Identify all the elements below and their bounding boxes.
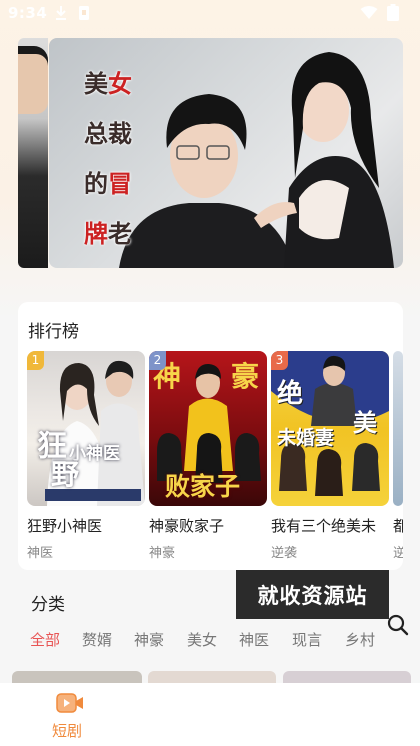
ranking-item-name[interactable]: 我有三个绝美未 xyxy=(271,515,389,536)
banner-title-char: 老 xyxy=(108,219,132,248)
ranking-cover[interactable]: 3 绝 美 未婚妻 xyxy=(271,351,389,506)
ranking-item[interactable]: 3 绝 美 未婚妻 我有三个绝美未 逆袭 xyxy=(271,351,389,561)
cover-title: 豪 xyxy=(231,360,260,393)
tab-xianyan[interactable]: 现言 xyxy=(292,629,322,650)
ranking-item-name[interactable]: 神豪败家子 xyxy=(149,515,267,536)
ranking-section: 排行榜 1 狂 小神医 野 狂野小神医 神医 2 神 豪 败家子 神豪败家子 神… xyxy=(18,302,403,570)
ranking-item[interactable]: 1 狂 小神医 野 狂野小神医 神医 xyxy=(27,351,145,561)
banner-title-char: 裁 xyxy=(108,119,132,148)
overlay-label: 就收资源站 xyxy=(236,570,389,619)
ranking-item[interactable]: 2 神 豪 败家子 神豪败家子 神豪 xyxy=(149,351,267,561)
nav-item-label: 短剧 xyxy=(52,722,83,740)
banner-title-char: 的 xyxy=(84,169,108,198)
banner-title-char: 总 xyxy=(84,119,108,148)
banner-prev-peek[interactable] xyxy=(18,38,48,268)
cover-title: 未婚妻 xyxy=(277,427,335,449)
status-bar: 9:34 xyxy=(0,0,420,28)
tab-meinv[interactable]: 美女 xyxy=(187,629,217,650)
bottom-navigation: 短剧 xyxy=(0,683,420,746)
sim-icon xyxy=(79,6,89,20)
cover-title: 美 xyxy=(353,408,377,437)
download-icon xyxy=(56,6,66,20)
tab-zhuixu[interactable]: 赘婿 xyxy=(82,629,112,650)
ranking-item-name[interactable]: 都 xyxy=(393,515,403,536)
banner-image[interactable]: 美女 总裁 的冒 牌老 公 xyxy=(49,38,403,268)
video-icon xyxy=(56,693,83,713)
battery-icon xyxy=(387,4,399,21)
ranking-item[interactable]: 都 逆 xyxy=(393,351,403,561)
rank-badge: 1 xyxy=(27,351,44,370)
ranking-item-tag: 神豪 xyxy=(149,546,176,561)
banner-title-char: 女 xyxy=(108,69,132,98)
banner-title-char: 美 xyxy=(84,69,108,98)
banner-carousel[interactable]: 美女 总裁 的冒 牌老 公 xyxy=(18,38,403,268)
rank-badge: 3 xyxy=(271,351,288,370)
category-title: 分类 xyxy=(31,595,65,615)
tab-shenyi[interactable]: 神医 xyxy=(239,629,269,650)
ranking-cover[interactable]: 1 狂 小神医 野 xyxy=(27,351,145,506)
cover-title: 败家子 xyxy=(165,472,241,501)
tab-xiangcun[interactable]: 乡村 xyxy=(345,629,375,650)
ranking-item-tag: 逆袭 xyxy=(271,546,298,561)
rank-badge: 2 xyxy=(149,351,166,370)
banner-title-char: 牌 xyxy=(84,219,108,248)
tab-all[interactable]: 全部 xyxy=(30,629,60,650)
tab-shenhao[interactable]: 神豪 xyxy=(134,629,164,650)
ranking-cover[interactable]: 2 神 豪 败家子 xyxy=(149,351,267,506)
banner-title-char: 冒 xyxy=(108,169,132,198)
cover-title: 野 xyxy=(51,458,80,491)
ranking-cover[interactable] xyxy=(393,351,403,506)
search-icon[interactable] xyxy=(386,613,410,637)
ranking-title: 排行榜 xyxy=(28,322,79,342)
status-time: 9:34 xyxy=(8,4,48,22)
wifi-icon xyxy=(360,6,378,19)
banner-title: 美女 总裁 的冒 牌老 公 xyxy=(82,46,134,268)
cover-title: 绝 xyxy=(277,379,304,409)
ranking-item-tag: 逆 xyxy=(393,546,403,561)
ranking-item-tag: 神医 xyxy=(27,546,54,561)
ranking-item-name[interactable]: 狂野小神医 xyxy=(27,515,145,536)
